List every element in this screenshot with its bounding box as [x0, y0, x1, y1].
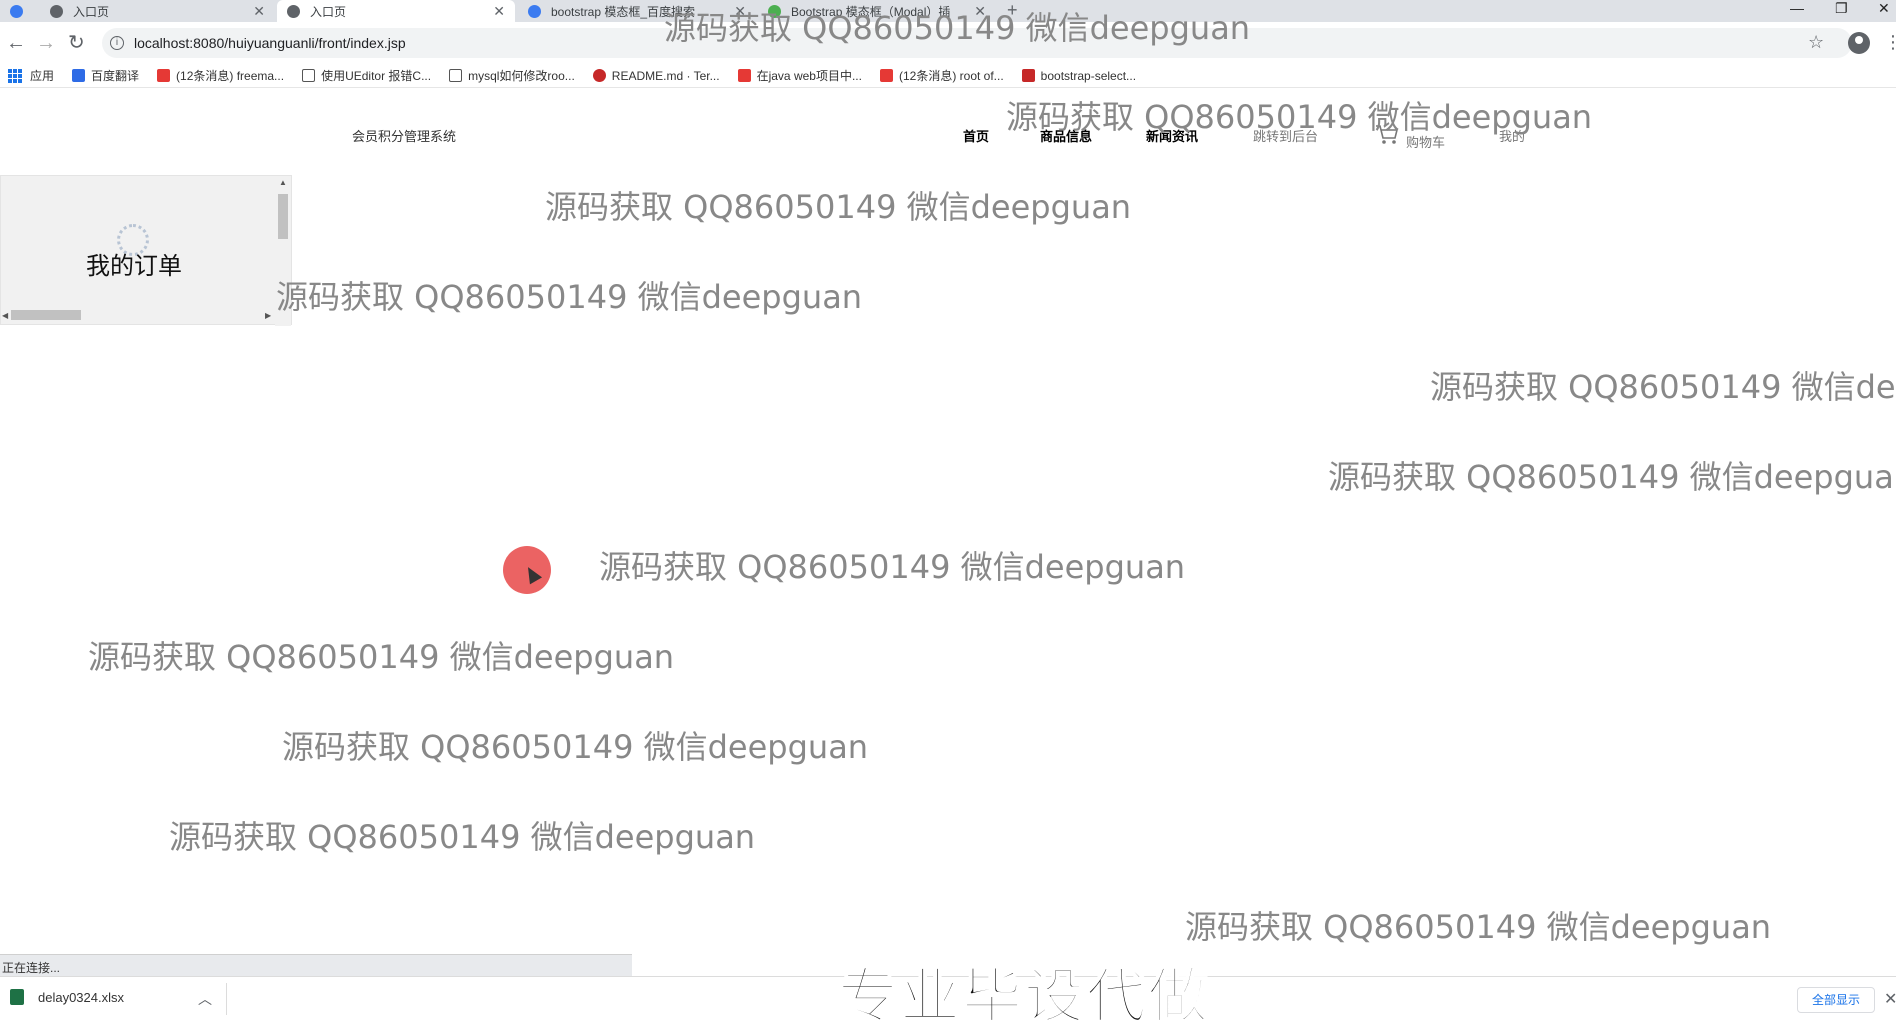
profile-icon[interactable] [1848, 32, 1870, 54]
chevron-up-icon[interactable]: ︿ [198, 989, 212, 1009]
close-icon[interactable]: ✕ [1884, 989, 1896, 1009]
watermark: 源码获取 QQ86050149 微信deepguan [1185, 908, 1772, 946]
bookmark-label: 使用UEditor 报错C... [321, 69, 432, 83]
watermark: 源码获取 QQ86050149 微信deepguan [282, 728, 869, 766]
scroll-left-icon[interactable]: ◀ [2, 311, 8, 320]
watermark: 源码获取 QQ86050149 微信deepguan [545, 188, 1132, 226]
watermark: 源码获取 QQ86050149 微信deepguan [1328, 458, 1896, 496]
window-close-icon[interactable]: ✕ [1878, 0, 1890, 17]
download-filename: delay0324.xlsx [38, 989, 124, 1005]
address-url[interactable]: localhost:8080/huiyuanguanli/front/index… [134, 35, 406, 51]
excel-file-icon [10, 989, 24, 1005]
bookmark-star-icon[interactable]: ☆ [1808, 32, 1824, 53]
horizontal-scrollbar[interactable]: ◀ ▶ [1, 308, 277, 324]
close-icon[interactable]: ✕ [253, 3, 265, 20]
tab-entry-page-2[interactable]: 入口页 ✕ [277, 0, 515, 22]
site-title[interactable]: 会员积分管理系统 [352, 126, 456, 145]
bookmark-label: 百度翻译 [91, 69, 140, 83]
scroll-right-icon[interactable]: ▶ [265, 311, 271, 320]
bookmark-item[interactable]: README.md · Ter... [592, 68, 720, 83]
forward-icon[interactable]: → [36, 31, 56, 55]
bookmark-item[interactable]: bootstrap-select... [1021, 68, 1137, 83]
watermark: 源码获取 QQ86050149 微信deepguan [664, 9, 1251, 47]
close-icon[interactable]: ✕ [493, 3, 505, 20]
my-orders-label[interactable]: 我的订单 [86, 246, 182, 281]
csdn-icon [157, 69, 171, 82]
baidu-paw-icon [10, 4, 23, 18]
bookmark-item[interactable]: 在java web项目中... [737, 67, 862, 84]
apps-grid-icon [8, 68, 22, 83]
watermark: 源码获取 QQ86050149 微信deepguan [88, 638, 675, 676]
tab-baidu[interactable] [0, 0, 38, 22]
generic-site-icon [302, 69, 316, 82]
bookmark-item[interactable]: 百度翻译 [72, 67, 139, 84]
globe-icon [287, 4, 300, 18]
csdn-icon [879, 69, 893, 82]
download-item[interactable]: delay0324.xlsx [10, 989, 124, 1005]
tab-label: 入口页 [310, 4, 347, 19]
generic-site-icon [449, 69, 463, 82]
back-icon[interactable]: ← [6, 31, 26, 55]
bookmark-item[interactable]: (12条消息) freema... [157, 67, 284, 84]
bookmark-item[interactable]: (12条消息) root of... [879, 67, 1004, 84]
info-icon[interactable]: i [110, 36, 124, 50]
horizontal-scroll-thumb[interactable] [11, 310, 81, 320]
bookmark-label: (12条消息) freema... [176, 69, 285, 83]
show-all-button[interactable]: 全部显示 [1797, 987, 1875, 1013]
jianshu-icon [1021, 69, 1035, 82]
bookmark-item[interactable]: mysql如何修改roo... [449, 67, 575, 84]
status-text: 正在连接... [0, 954, 632, 976]
bookmark-label: mysql如何修改roo... [468, 69, 575, 83]
minimize-icon[interactable]: — [1790, 0, 1804, 16]
bookmark-label: 应用 [30, 69, 55, 83]
orders-frame[interactable]: 我的订单 ▲ ◀ ▶ [0, 175, 292, 326]
watermark: 源码获取 QQ86050149 微信deepguan [276, 278, 863, 316]
vertical-scroll-thumb[interactable] [278, 194, 288, 239]
bookmark-apps[interactable]: 应用 [0, 67, 54, 84]
restore-icon[interactable]: ❐ [1835, 0, 1848, 17]
watermark: 源码获取 QQ86050149 微信deepguan [169, 818, 756, 856]
bookmark-label: (12条消息) root of... [898, 69, 1004, 83]
nav-home[interactable]: 首页 [963, 126, 989, 145]
reload-icon[interactable]: ↻ [68, 31, 85, 55]
overlay-caption: 专业毕设代做 [837, 961, 1210, 1020]
bookmarks-bar: 应用 百度翻译 (12条消息) freema... 使用UEditor 报错C.… [0, 64, 1896, 88]
gitee-icon [592, 69, 606, 82]
watermark: 源码获取 QQ86050149 微信deepguan [1006, 98, 1593, 136]
watermark: 源码获取 QQ86050149 微信deepguan [599, 548, 1186, 586]
watermark: 源码获取 QQ86050149 微信deepguan [1430, 368, 1896, 406]
bookmark-label: 在java web项目中... [756, 69, 862, 83]
bookmark-label: bootstrap-select... [1040, 68, 1137, 83]
baidu-translate-icon [72, 69, 86, 82]
scroll-up-icon[interactable]: ▲ [279, 178, 287, 187]
menu-icon[interactable]: ⋮ [1884, 32, 1896, 53]
bookmark-item[interactable]: 使用UEditor 报错C... [302, 67, 431, 84]
tab-entry-page-1[interactable]: 入口页 ✕ [40, 0, 275, 22]
divider [226, 983, 227, 1015]
tab-label: 入口页 [73, 4, 110, 19]
csdn-icon [737, 69, 751, 82]
baidu-paw-icon [528, 4, 541, 18]
globe-icon [50, 4, 63, 18]
bookmark-label: README.md · Ter... [611, 68, 720, 83]
